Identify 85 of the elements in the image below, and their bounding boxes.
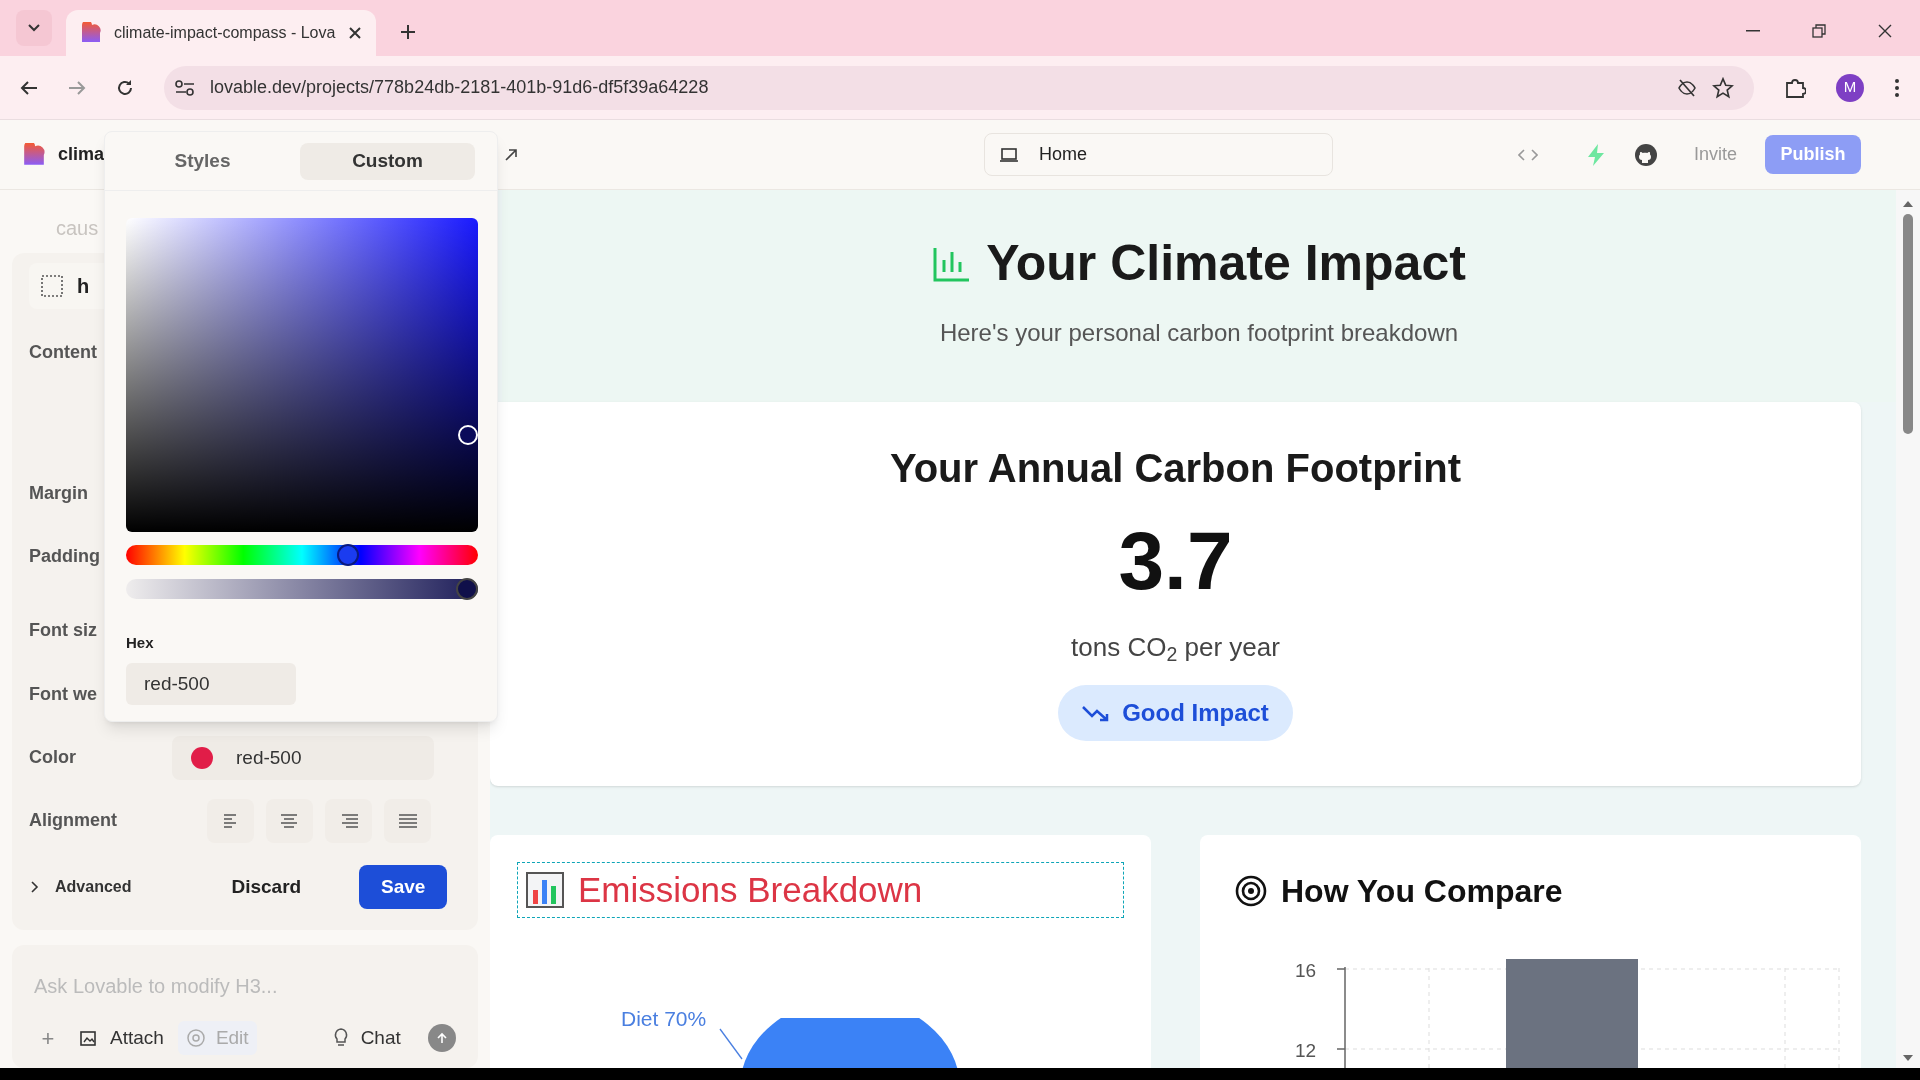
- alpha-thumb[interactable]: [456, 578, 479, 600]
- scroll-down-icon[interactable]: [1903, 1054, 1913, 1062]
- color-swatch-icon: [190, 745, 214, 770]
- property-label: Content: [29, 341, 97, 365]
- impact-badge: Good Impact: [1058, 685, 1293, 741]
- more-menu-icon[interactable]: [1894, 77, 1900, 98]
- hex-label: Hex: [126, 633, 155, 653]
- image-icon: [80, 1029, 98, 1048]
- align-left-button[interactable]: [207, 798, 254, 843]
- advanced-toggle[interactable]: Advanced: [29, 874, 132, 899]
- close-window-icon[interactable]: [1878, 24, 1892, 38]
- new-tab-icon[interactable]: [400, 24, 416, 40]
- profile-avatar[interactable]: M: [1836, 73, 1864, 102]
- selected-heading[interactable]: Emissions Breakdown: [517, 862, 1124, 918]
- url-text: lovable.dev/projects/778b24db-2181-401b-91d6-df5f39a64228: [210, 76, 710, 99]
- property-label: Font we: [29, 683, 97, 707]
- tab-list-button[interactable]: [16, 10, 52, 46]
- page-selector[interactable]: Home: [984, 133, 1334, 176]
- laptop-icon: [999, 146, 1020, 163]
- leader-line: [719, 1028, 743, 1060]
- axis-tick-label: 16: [1295, 959, 1317, 983]
- close-icon[interactable]: [348, 26, 362, 40]
- target-icon: [185, 1028, 206, 1049]
- picker-tab[interactable]: Styles: [115, 142, 290, 180]
- heart-logo-icon[interactable]: [22, 142, 46, 167]
- property-label: Alignment: [29, 809, 118, 833]
- align-right-button[interactable]: [325, 798, 372, 843]
- align-justify-button[interactable]: [384, 798, 431, 843]
- property-label: Margin: [29, 482, 88, 506]
- hex-input[interactable]: red-500: [126, 662, 296, 705]
- color-field[interactable]: red-500: [172, 735, 434, 780]
- code-icon[interactable]: [1518, 147, 1539, 162]
- hue-slider[interactable]: [126, 545, 478, 565]
- page-subtitle: Here's your personal carbon footprint breakdown: [939, 318, 1459, 348]
- lightbulb-icon: [332, 1028, 349, 1049]
- puzzle-icon[interactable]: [1784, 76, 1806, 99]
- align-center-button[interactable]: [266, 798, 313, 843]
- card-heading: Your Annual Carbon Footprint: [889, 445, 1461, 492]
- saturation-area[interactable]: [126, 218, 478, 532]
- bar-chart-icon: [932, 245, 971, 282]
- github-icon[interactable]: [1634, 142, 1659, 167]
- color-value: red-500: [236, 745, 302, 770]
- arrow-up-icon: [436, 1032, 448, 1045]
- chat-button[interactable]: Chat: [326, 1021, 407, 1056]
- axis-tick-label: 12: [1295, 1039, 1317, 1063]
- project-name[interactable]: clima: [58, 141, 105, 168]
- saturation-handle[interactable]: [458, 425, 478, 445]
- hue-thumb[interactable]: [336, 544, 359, 566]
- compare-title: How You Compare: [1281, 872, 1563, 911]
- chat-input[interactable]: Ask Lovable to modify H3... + Attach Edit Chat: [12, 945, 478, 1068]
- attach-button[interactable]: Attach: [72, 1021, 172, 1056]
- star-icon[interactable]: [1712, 76, 1734, 99]
- chevron-icon: [29, 880, 39, 893]
- bar-chart-icon: [526, 872, 564, 908]
- scrollbar-thumb[interactable]: [1903, 214, 1913, 434]
- address-bar[interactable]: lovable.dev/projects/778b24db-2181-401b-91d6-df5f39a64228: [164, 65, 1754, 110]
- target-icon: [1235, 875, 1267, 907]
- browser-tab[interactable]: climate-impact-compass - Lova: [66, 10, 376, 56]
- alpha-slider[interactable]: [126, 579, 478, 599]
- site-settings-icon[interactable]: [174, 78, 196, 97]
- chevron-down-icon: [27, 23, 41, 33]
- save-button[interactable]: Save: [359, 864, 448, 909]
- property-label: Color: [29, 746, 77, 770]
- expand-arrow-icon[interactable]: [504, 147, 519, 162]
- breakdown-title: Emissions Breakdown: [578, 868, 923, 911]
- element-tag: h: [77, 270, 90, 301]
- scroll-up-icon[interactable]: [1903, 200, 1913, 208]
- minimize-icon[interactable]: [1746, 30, 1760, 32]
- back-icon[interactable]: [20, 79, 38, 96]
- trend-down-icon: [1082, 704, 1111, 722]
- property-label: Padding: [29, 545, 100, 569]
- send-button[interactable]: [428, 1024, 456, 1053]
- dashed-square-icon: [41, 274, 63, 297]
- restore-icon[interactable]: [1812, 24, 1826, 38]
- discard-button[interactable]: Discard: [231, 872, 302, 902]
- page-title: Your Climate Impact: [986, 234, 1466, 293]
- footprint-value: 3.7: [1118, 520, 1233, 602]
- property-label: Font siz: [29, 619, 97, 643]
- heart-logo-icon: [80, 22, 102, 44]
- picker-tab[interactable]: Custom: [300, 142, 475, 180]
- pie-label: Diet 70%: [621, 1006, 707, 1032]
- footprint-unit: tons CO$_{2}$ per year: [1071, 631, 1280, 667]
- page-name: Home: [1039, 143, 1088, 166]
- tab-title: climate-impact-compass - Lova: [114, 23, 336, 43]
- reload-icon[interactable]: [116, 78, 134, 97]
